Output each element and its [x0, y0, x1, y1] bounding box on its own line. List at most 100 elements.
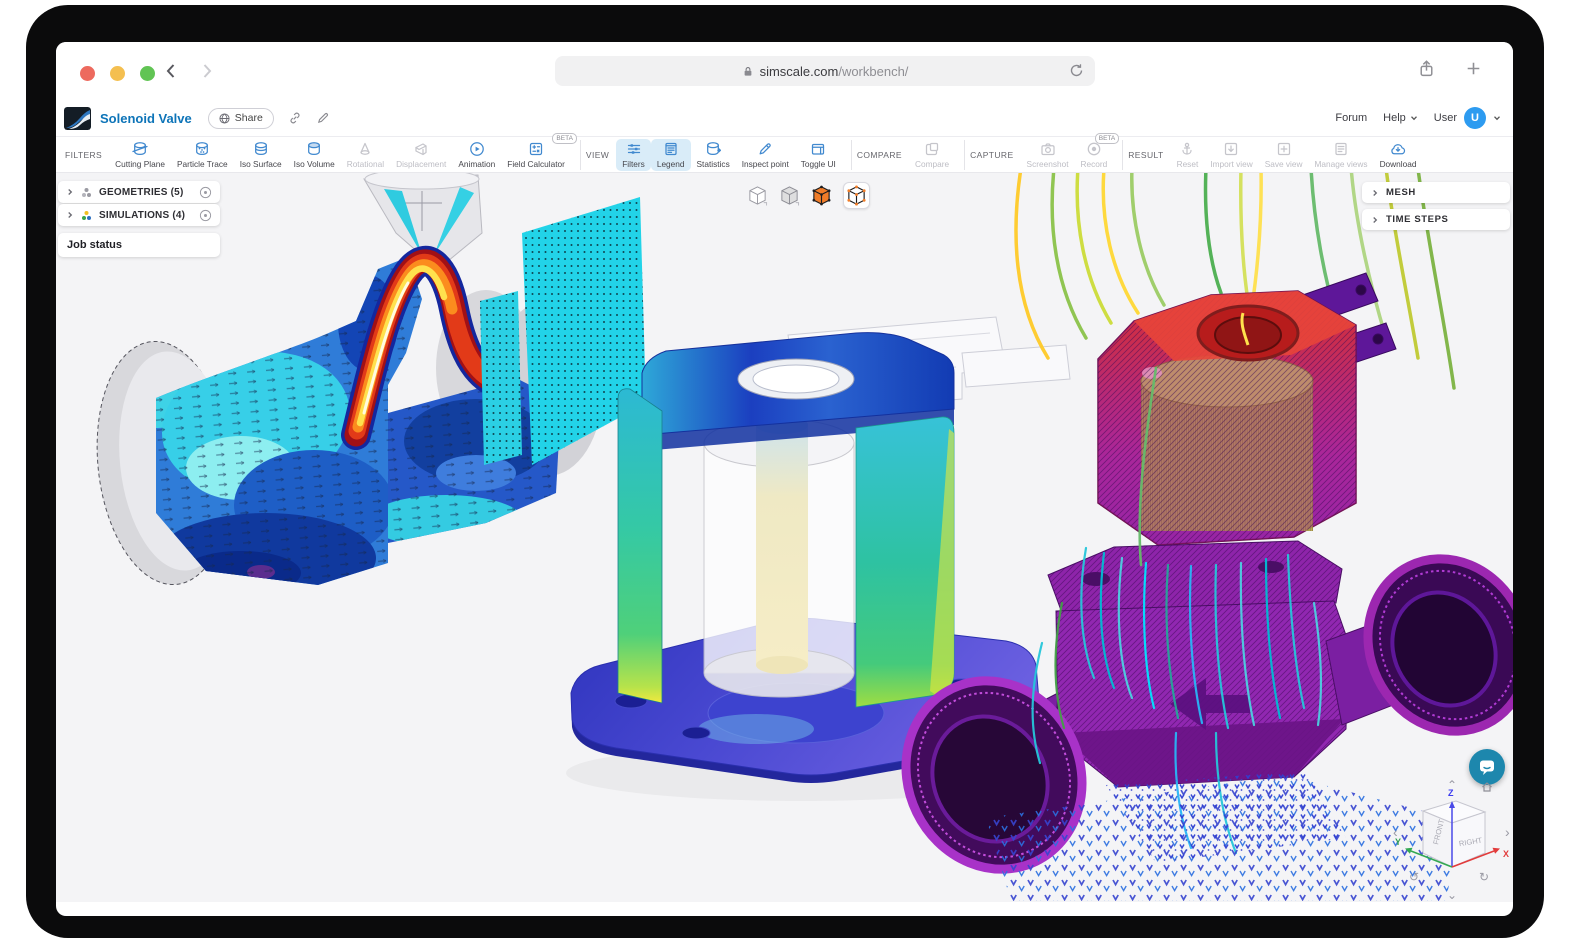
nav-cube-x-label: X — [1503, 849, 1509, 859]
mesh-cube-button[interactable] — [811, 185, 832, 206]
globe-icon — [219, 113, 230, 124]
avatar[interactable]: U — [1464, 107, 1486, 129]
url-host: simscale.com — [760, 64, 839, 79]
iso-volume-icon — [306, 141, 322, 157]
nav-tilt-up-button[interactable]: ⌃ — [1447, 779, 1457, 791]
toolbar-item-field-calculator[interactable]: Field CalculatorBETA — [501, 139, 571, 171]
toolbar-item-label: Iso Surface — [240, 159, 282, 169]
toolbar-item-cutting-plane[interactable]: Cutting Plane — [109, 139, 171, 171]
nav-roll-ccw-button[interactable]: ↺ — [1409, 871, 1419, 883]
toolbar-item-iso-volume[interactable]: Iso Volume — [288, 139, 341, 171]
job-status-card[interactable]: Job status — [58, 233, 220, 257]
geometries-icon — [80, 186, 93, 199]
app-header: Solenoid Valve Share Forum Help User U — [56, 100, 1513, 137]
animation-icon — [469, 141, 485, 157]
new-tab-icon[interactable] — [1464, 59, 1483, 78]
toolbar-item-label: Cutting Plane — [115, 159, 165, 169]
url-path: /workbench/ — [838, 64, 908, 79]
toolbar-item-legend[interactable]: Legend — [651, 139, 691, 171]
nav-tilt-down-button[interactable]: ⌄ — [1447, 889, 1457, 901]
maximize-window-button[interactable] — [140, 66, 155, 81]
download-icon — [1390, 141, 1406, 157]
toolbar-item-label: Compare — [915, 159, 949, 169]
wireframe-cube-button[interactable] — [747, 185, 768, 206]
chevron-right-icon[interactable] — [66, 211, 74, 219]
rename-pencil-icon[interactable] — [316, 111, 330, 125]
close-window-button[interactable] — [80, 66, 95, 81]
viewport-3d-scene — [56, 173, 1513, 902]
toolbar-item-label: Legend — [657, 159, 685, 169]
time-steps-panel-card: TIME STEPS — [1362, 209, 1510, 230]
toolbar-item-particle-trace[interactable]: Particle Trace — [171, 139, 234, 171]
back-button[interactable] — [161, 61, 181, 81]
toolbar-item-animation[interactable]: Animation — [452, 139, 501, 171]
visibility-toggle-icon[interactable] — [199, 209, 212, 222]
mesh-section[interactable]: MESH — [1362, 182, 1510, 203]
nav-roll-cw-button[interactable]: ↻ — [1479, 871, 1489, 883]
help-menu[interactable]: Help — [1383, 112, 1418, 124]
toolbar-item-label: Manage views — [1315, 159, 1368, 169]
particle-trace-icon — [194, 141, 210, 157]
simscale-logo — [64, 107, 91, 130]
toolbar-item-label: Download — [1380, 159, 1417, 169]
toolbar-group-label: FILTERS — [65, 150, 102, 160]
user-menu[interactable]: User U — [1434, 107, 1501, 129]
toolbar-item-inspect-point[interactable]: Inspect point — [736, 139, 795, 171]
toolbar-item-label: Animation — [458, 159, 495, 169]
toolbar-item-filters[interactable]: Filters — [616, 139, 651, 171]
toolbar-item-iso-surface[interactable]: Iso Surface — [234, 139, 288, 171]
tree-item-simulations[interactable]: SIMULATIONS (4) — [58, 204, 220, 226]
navigation-cube[interactable]: FRONT RIGHT Z Y X ⌃ ‹ › ↺ ↻ ⌄ — [1393, 779, 1513, 901]
minimize-window-button[interactable] — [110, 66, 125, 81]
forward-button[interactable] — [197, 61, 217, 81]
toolbar-item-toggle-ui[interactable]: Toggle UI — [795, 139, 842, 171]
toolbar-item-label: Import view — [1210, 159, 1252, 169]
nav-rotate-left-button[interactable]: ‹ — [1393, 825, 1398, 839]
toolbar-item-save-view: Save view — [1259, 139, 1309, 171]
chevron-right-icon[interactable] — [66, 188, 74, 196]
toolbar-item-label: Displacement — [396, 159, 446, 169]
toolbar-item-rotational: Rotational — [341, 139, 390, 171]
nav-rotate-right-button[interactable]: › — [1505, 825, 1510, 839]
toolbar-group-label: RESULT — [1128, 150, 1163, 160]
toolbar-group-compare: COMPARECompare — [852, 140, 965, 170]
toolbar-group-label: CAPTURE — [970, 150, 1013, 160]
toolbar-item-statistics[interactable]: Statistics — [691, 139, 736, 171]
chat-bubble-icon — [1478, 758, 1496, 776]
browser-chrome: simscale.com/workbench/ — [56, 42, 1513, 100]
mesh-nodes-cube-button[interactable] — [846, 185, 867, 206]
toolbar-item-label: Reset — [1177, 159, 1199, 169]
project-title: Solenoid Valve — [100, 111, 192, 126]
copy-link-icon[interactable] — [288, 111, 302, 125]
forum-link[interactable]: Forum — [1335, 112, 1367, 124]
toggle-ui-icon — [810, 141, 826, 157]
compare-icon — [924, 141, 940, 157]
iso-surface-icon — [253, 141, 269, 157]
toolbar-item-screenshot: Screenshot — [1021, 139, 1075, 171]
share-button[interactable]: Share — [208, 108, 274, 129]
share-page-icon[interactable] — [1417, 59, 1436, 78]
3d-viewport[interactable]: GEOMETRIES (5) SIMULATIONS (4) Job statu… — [56, 172, 1513, 902]
time-steps-label: TIME STEPS — [1386, 214, 1448, 225]
reload-icon[interactable] — [1068, 62, 1085, 79]
shaded-cube-button[interactable] — [779, 185, 800, 206]
geometries-label: GEOMETRIES (5) — [99, 187, 183, 198]
visibility-toggle-icon[interactable] — [199, 186, 212, 199]
tree-item-geometries[interactable]: GEOMETRIES (5) — [58, 181, 220, 203]
toolbar-item-manage-views: Manage views — [1309, 139, 1374, 171]
selected-render-mode — [843, 182, 870, 209]
chevron-right-icon[interactable] — [1371, 189, 1379, 197]
toolbar-item-import-view: Import view — [1204, 139, 1258, 171]
toolbar-item-label: Record — [1081, 159, 1108, 169]
chevron-right-icon[interactable] — [1371, 216, 1379, 224]
window-controls — [80, 66, 155, 81]
toolbar-item-download[interactable]: Download — [1374, 139, 1423, 171]
displacement-icon — [413, 141, 429, 157]
home-view-button[interactable] — [1481, 781, 1493, 793]
browser-window: simscale.com/workbench/ Solenoid Valve S… — [56, 42, 1513, 916]
screenshot-icon — [1040, 141, 1056, 157]
address-bar[interactable]: simscale.com/workbench/ — [555, 56, 1095, 86]
time-steps-section[interactable]: TIME STEPS — [1362, 209, 1510, 230]
simulations-icon — [80, 209, 93, 222]
toolbar-item-reset: Reset — [1171, 139, 1205, 171]
